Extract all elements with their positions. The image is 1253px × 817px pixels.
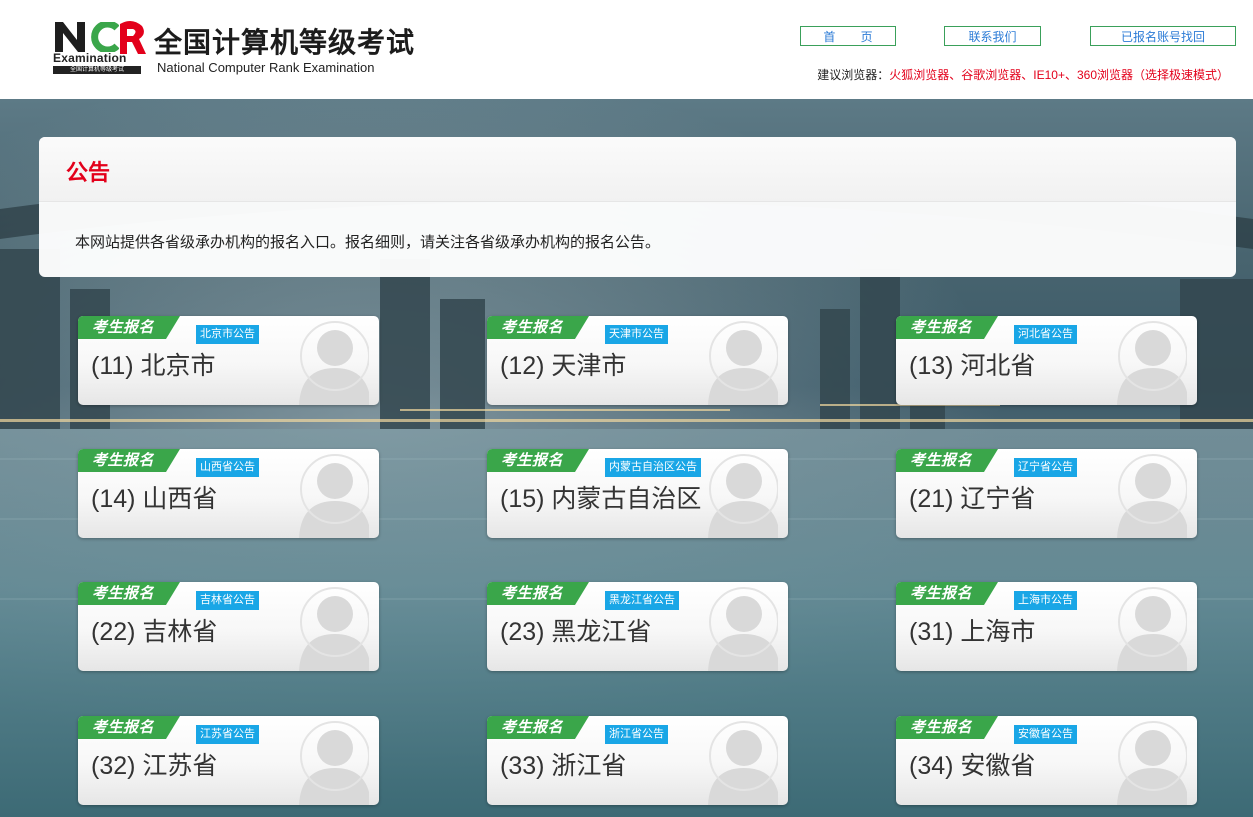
province-announcement-tag[interactable]: 吉林省公告 (196, 591, 259, 610)
province-card[interactable]: 考生报名 黑龙江省公告 (23) 黑龙江省 (487, 582, 788, 671)
nav-contact-button[interactable]: 联系我们 (944, 26, 1041, 46)
province-card[interactable]: 考生报名 江苏省公告 (32) 江苏省 (78, 716, 379, 805)
avatar-placeholder-icon (299, 587, 369, 671)
site-title: 全国计算机等级考试 (154, 27, 416, 58)
province-announcement-tag[interactable]: 黑龙江省公告 (605, 591, 679, 610)
province-card[interactable]: 考生报名 浙江省公告 (33) 浙江省 (487, 716, 788, 805)
province-announcement-tag[interactable]: 山西省公告 (196, 458, 259, 477)
notice-title: 公告 (66, 161, 111, 186)
province-announcement-tag[interactable]: 河北省公告 (1014, 325, 1077, 344)
province-announcement-tag[interactable]: 内蒙古自治区公告 (605, 458, 701, 477)
province-name: (33) 浙江省 (500, 752, 627, 780)
register-badge-label: 考生报名 (501, 451, 564, 469)
logo-c-icon (91, 22, 119, 52)
avatar-placeholder-icon (1117, 721, 1187, 805)
province-name: (32) 江苏省 (91, 752, 218, 780)
site-header: Examination 全国计算机等级考试 全国计算机等级考试 National… (0, 0, 1253, 99)
province-announcement-tag[interactable]: 北京市公告 (196, 325, 259, 344)
province-announcement-tag[interactable]: 安徽省公告 (1014, 725, 1077, 744)
province-card[interactable]: 考生报名 河北省公告 (13) 河北省 (896, 316, 1197, 405)
logo-r-icon (120, 20, 146, 54)
province-card[interactable]: 考生报名 安徽省公告 (34) 安徽省 (896, 716, 1197, 805)
province-name: (12) 天津市 (500, 352, 627, 380)
register-badge[interactable]: 考生报名 (487, 716, 589, 739)
notice-panel: 公告 本网站提供各省级承办机构的报名入口。报名细则，请关注各省级承办机构的报名公… (39, 137, 1236, 277)
register-badge-label: 考生报名 (92, 318, 155, 336)
register-badge[interactable]: 考生报名 (78, 582, 180, 605)
province-name: (34) 安徽省 (909, 752, 1036, 780)
province-name: (21) 辽宁省 (909, 485, 1036, 513)
province-name: (23) 黑龙江省 (500, 618, 652, 646)
province-name: (13) 河北省 (909, 352, 1036, 380)
province-announcement-tag[interactable]: 上海市公告 (1014, 591, 1077, 610)
register-badge-label: 考生报名 (910, 318, 973, 336)
province-name: (31) 上海市 (909, 618, 1036, 646)
register-badge[interactable]: 考生报名 (78, 449, 180, 472)
avatar-placeholder-icon (708, 587, 778, 671)
register-badge-label: 考生报名 (92, 451, 155, 469)
register-badge[interactable]: 考生报名 (487, 449, 589, 472)
avatar-placeholder-icon (708, 454, 778, 538)
register-badge-label: 考生报名 (501, 318, 564, 336)
register-badge[interactable]: 考生报名 (487, 582, 589, 605)
logo-strip-text: 全国计算机等级考试 (53, 66, 141, 74)
register-badge-label: 考生报名 (92, 718, 155, 736)
province-name: (15) 内蒙古自治区 (500, 485, 702, 513)
register-badge[interactable]: 考生报名 (487, 316, 589, 339)
browser-recommendation: 建议浏览器：火狐浏览器、谷歌浏览器、IE10+、360浏览器（选择极速模式） (817, 66, 1229, 83)
register-badge[interactable]: 考生报名 (78, 716, 180, 739)
province-card[interactable]: 考生报名 北京市公告 (11) 北京市 (78, 316, 379, 405)
register-badge[interactable]: 考生报名 (896, 316, 998, 339)
browser-tip-label: 建议浏览器： (817, 68, 890, 82)
province-name: (22) 吉林省 (91, 618, 218, 646)
avatar-placeholder-icon (1117, 454, 1187, 538)
province-announcement-tag[interactable]: 天津市公告 (605, 325, 668, 344)
register-badge[interactable]: 考生报名 (896, 449, 998, 472)
province-name: (11) 北京市 (91, 352, 216, 380)
register-badge-label: 考生报名 (92, 584, 155, 602)
register-badge-label: 考生报名 (910, 718, 973, 736)
logo-n-icon (55, 22, 85, 52)
province-card[interactable]: 考生报名 内蒙古自治区公告 (15) 内蒙古自治区 (487, 449, 788, 538)
province-card[interactable]: 考生报名 吉林省公告 (22) 吉林省 (78, 582, 379, 671)
ncre-logo[interactable]: Examination 全国计算机等级考试 (53, 20, 147, 74)
province-announcement-tag[interactable]: 浙江省公告 (605, 725, 668, 744)
province-announcement-tag[interactable]: 江苏省公告 (196, 725, 259, 744)
avatar-placeholder-icon (708, 721, 778, 805)
province-name: (14) 山西省 (91, 485, 218, 513)
province-card[interactable]: 考生报名 上海市公告 (31) 上海市 (896, 582, 1197, 671)
nav-account-recover-button[interactable]: 已报名账号找回 (1090, 26, 1236, 46)
avatar-placeholder-icon (299, 321, 369, 405)
register-badge-label: 考生报名 (501, 584, 564, 602)
register-badge[interactable]: 考生报名 (896, 582, 998, 605)
register-badge-label: 考生报名 (910, 451, 973, 469)
logo-examination-text: Examination (53, 51, 127, 65)
site-subtitle: National Computer Rank Examination (157, 60, 375, 75)
register-badge-label: 考生报名 (501, 718, 564, 736)
browser-tip-value: 火狐浏览器、谷歌浏览器、IE10+、360浏览器（选择极速模式） (889, 68, 1229, 82)
avatar-placeholder-icon (1117, 321, 1187, 405)
register-badge-label: 考生报名 (910, 584, 973, 602)
register-badge[interactable]: 考生报名 (896, 716, 998, 739)
province-card[interactable]: 考生报名 天津市公告 (12) 天津市 (487, 316, 788, 405)
notice-header (39, 137, 1236, 202)
register-badge[interactable]: 考生报名 (78, 316, 180, 339)
avatar-placeholder-icon (708, 321, 778, 405)
province-card[interactable]: 考生报名 辽宁省公告 (21) 辽宁省 (896, 449, 1197, 538)
notice-text: 本网站提供各省级承办机构的报名入口。报名细则，请关注各省级承办机构的报名公告。 (75, 234, 661, 251)
province-card[interactable]: 考生报名 山西省公告 (14) 山西省 (78, 449, 379, 538)
avatar-placeholder-icon (1117, 587, 1187, 671)
avatar-placeholder-icon (299, 454, 369, 538)
avatar-placeholder-icon (299, 721, 369, 805)
nav-home-button[interactable]: 首 页 (800, 26, 896, 46)
province-announcement-tag[interactable]: 辽宁省公告 (1014, 458, 1077, 477)
